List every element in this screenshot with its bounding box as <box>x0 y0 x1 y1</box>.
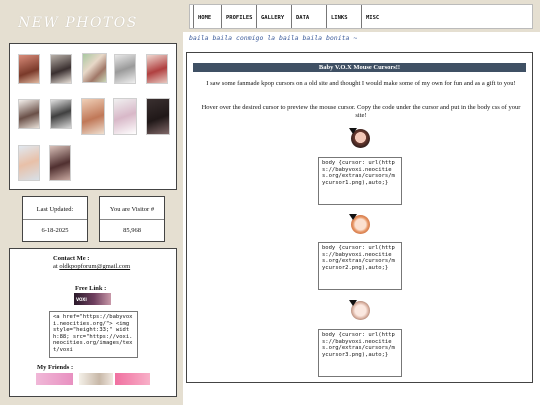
last-updated-label: Last Updated: <box>36 206 74 213</box>
instructions-text: Hover over the desired cursor to preview… <box>201 104 521 119</box>
visitor-counter-box: You are Visitor # 85,968 <box>99 196 165 242</box>
cursor-arrow-icon <box>349 214 357 220</box>
photo-thumbnail[interactable] <box>113 98 137 135</box>
site-button-code[interactable]: <a href="https://babyvoxi.neocities.org/… <box>49 311 138 358</box>
cursor-code-1[interactable]: body {cursor: url(https://babyvoxi.neoci… <box>318 157 402 205</box>
friend-button[interactable] <box>115 373 150 385</box>
contact-box: Contact Me : at oldkpopforum@gmail.com F… <box>9 248 177 397</box>
site-button-image[interactable]: VOXI <box>74 293 111 305</box>
photo-thumbnail[interactable] <box>81 98 105 135</box>
nav-profiles[interactable]: PROFILES <box>221 5 256 28</box>
nav-home[interactable]: HOME <box>193 5 221 28</box>
cursor-code-2[interactable]: body {cursor: url(https://babyvoxi.neoci… <box>318 242 402 290</box>
friend-button[interactable] <box>79 373 113 385</box>
cursor-arrow-icon <box>349 128 357 134</box>
nav-data[interactable]: DATA <box>291 5 326 28</box>
main-nav: HOME PROFILES GALLERY DATA LINKS MISC <box>189 4 533 29</box>
divider <box>100 219 164 220</box>
nav-misc[interactable]: MISC <box>361 5 396 28</box>
photo-thumbnail[interactable] <box>114 54 136 84</box>
contact-email-link[interactable]: oldkpopforum@gmail.com <box>59 263 130 270</box>
photo-thumbnail[interactable] <box>18 54 40 84</box>
cursor-code-3[interactable]: body {cursor: url(https://babyvoxi.neoci… <box>318 329 402 377</box>
photo-thumbnail[interactable] <box>50 99 72 129</box>
nav-links[interactable]: LINKS <box>326 5 361 28</box>
photo-thumbnail[interactable] <box>146 54 168 84</box>
divider <box>23 219 87 220</box>
contact-title: Contact Me : <box>53 255 90 262</box>
photo-thumbnail[interactable] <box>18 99 40 129</box>
last-updated-value: 6-18-2025 <box>41 227 69 234</box>
section-banner: Baby V.O.X Mouse Cursors!! <box>193 63 526 72</box>
nav-gallery[interactable]: GALLERY <box>256 5 291 28</box>
last-updated-box: Last Updated: 6-18-2025 <box>22 196 88 242</box>
visitor-label: You are Visitor # <box>109 206 155 213</box>
visitor-count: 85,968 <box>123 227 141 234</box>
intro-text: I saw some fanmade kpop cursors on a old… <box>206 80 516 87</box>
cursor-arrow-icon <box>349 300 357 306</box>
cursors-section: Baby V.O.X Mouse Cursors!! I saw some fa… <box>186 52 533 383</box>
photo-gallery <box>9 43 177 190</box>
photo-thumbnail[interactable] <box>50 54 72 84</box>
free-link-title: Free Link : <box>75 285 107 292</box>
sidebar: NEW PHOTOS Last Updated: 6-18-2025 You a… <box>0 0 183 405</box>
tagline: baila baila conmigo la baila baila bonit… <box>189 34 358 42</box>
photo-thumbnail[interactable] <box>146 98 170 135</box>
friends-title: My Friends : <box>37 364 74 371</box>
friend-button[interactable] <box>36 373 73 385</box>
site-title: NEW PHOTOS <box>18 15 138 31</box>
contact-line: at oldkpopforum@gmail.com <box>53 263 130 270</box>
photo-thumbnail[interactable] <box>18 145 40 181</box>
photo-thumbnail[interactable] <box>82 53 107 83</box>
photo-thumbnail[interactable] <box>49 145 71 181</box>
